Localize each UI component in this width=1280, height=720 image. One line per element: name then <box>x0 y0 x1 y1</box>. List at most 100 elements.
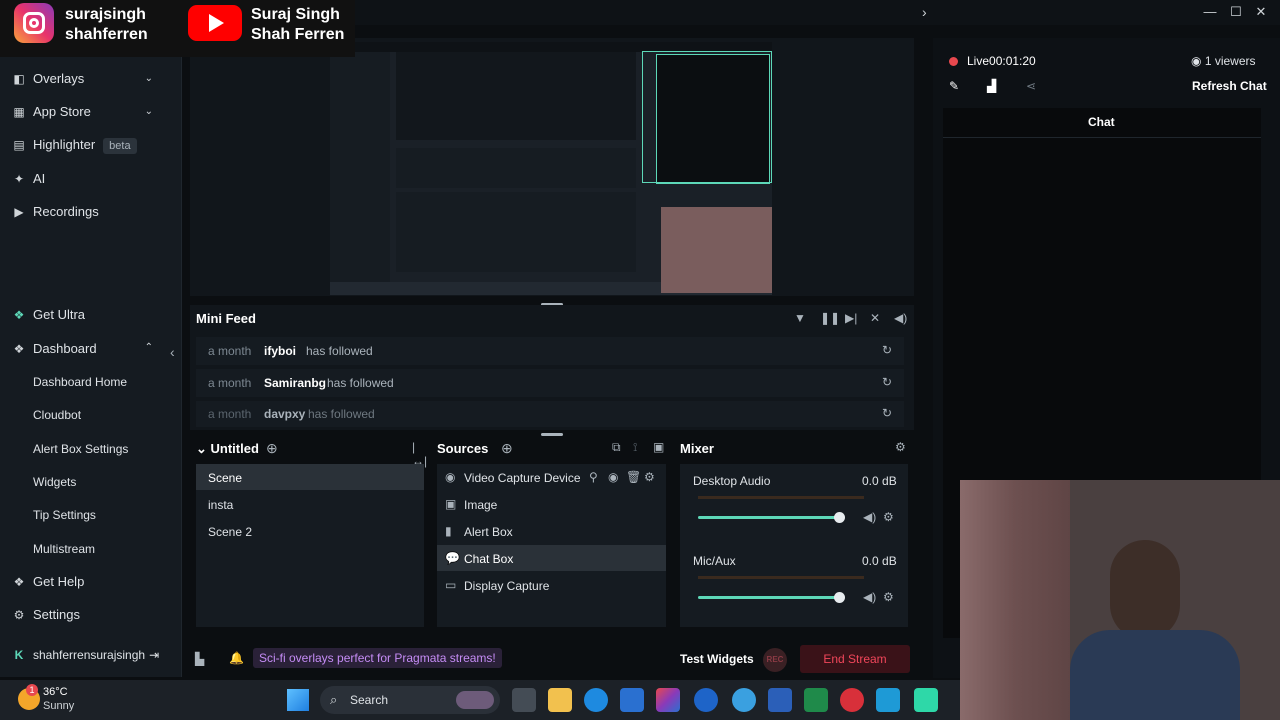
chevron-right-icon[interactable]: › <box>922 4 927 20</box>
sidebar-item-get-help[interactable]: ❖ Get Help <box>12 572 85 592</box>
chevron-up-icon[interactable]: ⌃ <box>145 342 153 353</box>
performance-icon[interactable]: ▙ <box>195 652 204 666</box>
gear-icon[interactable]: ⚙ <box>895 440 906 454</box>
minimize-button[interactable]: — <box>1200 3 1220 21</box>
overlays-icon: ◧ <box>13 72 25 86</box>
sidebar-item-cloudbot[interactable]: Cloudbot <box>33 408 81 422</box>
search-highlight-icon <box>456 691 494 709</box>
copilot-icon[interactable] <box>656 688 680 712</box>
sidebar-item-tip-settings[interactable]: Tip Settings <box>33 508 96 522</box>
sidebar-item-overlays[interactable]: ◧ Overlays <box>12 69 84 89</box>
youtube-icon <box>188 5 242 41</box>
taskbar-search[interactable]: ⌕ Search <box>320 686 500 714</box>
record-button[interactable]: REC <box>763 648 787 672</box>
scene-item-scene[interactable]: Scene <box>196 464 424 490</box>
source-item-display-capture[interactable]: ▭ Display Capture <box>437 572 666 598</box>
scene-item-insta[interactable]: insta <box>196 491 424 517</box>
pencil-edit-icon[interactable]: ✎ <box>949 79 959 93</box>
desktop-audio-slider[interactable] <box>698 516 840 519</box>
sidebar-item-app-store[interactable]: ▦ App Store <box>12 102 91 122</box>
end-stream-button[interactable]: End Stream <box>800 645 910 673</box>
sidebar-item-alert-box-settings[interactable]: Alert Box Settings <box>33 442 128 456</box>
notification-bell-icon[interactable]: 🔔 <box>229 651 244 665</box>
repeat-icon[interactable]: ↻ <box>882 406 892 420</box>
dock-icon[interactable]: ▟ <box>987 79 996 93</box>
alert-box-icon: ▮ <box>445 524 452 538</box>
user-profile[interactable]: Kshahferrensurajsingh ⇥ <box>12 645 159 665</box>
chrome-icon[interactable] <box>732 688 756 712</box>
gear-icon[interactable]: ⚙ <box>644 470 655 484</box>
promo-notification[interactable]: Sci-fi overlays perfect for Pragmata str… <box>253 648 502 668</box>
slider-handle[interactable] <box>834 512 845 523</box>
channel-name: Mic/Aux <box>693 554 736 568</box>
word-icon[interactable] <box>768 688 792 712</box>
skip-icon[interactable]: ▶| <box>845 311 857 325</box>
refresh-chat-button[interactable]: Refresh Chat <box>1192 79 1267 93</box>
gear-icon[interactable]: ⚙ <box>883 510 894 524</box>
resize-handle[interactable] <box>541 433 563 436</box>
source-item-image[interactable]: ▣ Image <box>437 491 666 517</box>
collapse-sidebar-icon[interactable]: ‹ <box>170 344 175 360</box>
help-icon: ❖ <box>13 575 25 589</box>
maximize-button[interactable]: ☐ <box>1226 3 1246 21</box>
volume-icon[interactable]: ◀) <box>863 510 876 524</box>
chevron-down-icon[interactable]: ⌄ <box>145 73 153 84</box>
logout-icon[interactable]: ⇥ <box>149 648 159 662</box>
lock-icon[interactable]: ⚲ <box>589 470 598 484</box>
stream-preview[interactable] <box>190 38 914 296</box>
file-explorer-icon[interactable] <box>548 688 572 712</box>
scene-item-scene-2[interactable]: Scene 2 <box>196 518 424 544</box>
sidebar-item-dashboard[interactable]: ❖ Dashboard <box>12 339 97 359</box>
app-icon[interactable] <box>876 688 900 712</box>
sidebar-item-get-ultra[interactable]: ❖ Get Ultra <box>12 305 85 325</box>
gear-icon[interactable]: ⚙ <box>883 590 894 604</box>
share-icon[interactable]: ⋖ <box>1026 79 1036 93</box>
test-widgets-button[interactable]: Test Widgets <box>680 652 754 666</box>
delete-icon[interactable]: 🗑 <box>626 470 641 484</box>
excel-icon[interactable] <box>804 688 828 712</box>
visibility-icon[interactable]: ◉ <box>608 470 618 484</box>
sidebar-item-multistream[interactable]: Multistream <box>33 542 95 556</box>
repeat-icon[interactable]: ↻ <box>882 343 892 357</box>
ai-sparkle-icon: ✦ <box>13 172 25 186</box>
weather-temp[interactable]: 36°C <box>43 686 68 698</box>
add-folder-icon[interactable]: ▣ <box>653 440 664 454</box>
scene-collection-dropdown[interactable]: ⌄ Untitled <box>196 441 259 456</box>
slider-handle[interactable] <box>834 592 845 603</box>
source-settings-icon[interactable]: ⧉ <box>612 440 621 455</box>
hp-icon[interactable] <box>694 688 718 712</box>
close-button[interactable]: ✕ <box>1251 3 1271 21</box>
sidebar-item-highlighter[interactable]: ▤ Highlighter beta <box>12 135 137 155</box>
pause-icon[interactable]: ❚❚ <box>820 311 840 325</box>
sidebar-item-settings[interactable]: ⚙ Settings <box>12 605 80 625</box>
task-view-icon[interactable] <box>512 688 536 712</box>
chevron-down-icon[interactable]: ⌄ <box>145 106 153 117</box>
pdf-reader-icon[interactable] <box>840 688 864 712</box>
volume-icon[interactable]: ◀) <box>863 590 876 604</box>
sidebar-item-dashboard-home[interactable]: Dashboard Home <box>33 375 127 389</box>
channel-db: 0.0 dB <box>862 554 897 568</box>
add-scene-icon[interactable]: ⊕ <box>266 440 278 457</box>
sidebar-item-ai[interactable]: ✦ AI <box>12 169 45 189</box>
source-item-alert-box[interactable]: ▮ Alert Box <box>437 518 666 544</box>
source-item-video-capture[interactable]: ◉ Video Capture Device ⚲ ◉ 🗑 ⚙ <box>437 464 666 490</box>
volume-icon[interactable]: ◀) <box>894 311 907 325</box>
sidebar-item-recordings[interactable]: ▶ Recordings <box>12 202 98 222</box>
edge-browser-icon[interactable] <box>584 688 608 712</box>
mic-aux-slider[interactable] <box>698 596 840 599</box>
windows-start-icon[interactable] <box>287 689 309 711</box>
sidebar-item-widgets[interactable]: Widgets <box>33 475 76 489</box>
filter-icon[interactable]: ▼ <box>794 311 806 325</box>
mute-alerts-icon[interactable]: ✕ <box>870 311 880 325</box>
ms-store-icon[interactable] <box>620 688 644 712</box>
selected-source-bounding-box[interactable] <box>642 51 772 183</box>
source-properties-icon[interactable]: ⟟ <box>633 440 637 455</box>
weather-condition[interactable]: Sunny <box>43 700 74 712</box>
mixer-panel: Desktop Audio 0.0 dB ◀) ⚙ Mic/Aux 0.0 dB… <box>680 464 908 627</box>
recordings-icon: ▶ <box>14 205 24 219</box>
repeat-icon[interactable]: ↻ <box>882 375 892 389</box>
source-item-chat-box[interactable]: 💬 Chat Box <box>437 545 666 571</box>
add-source-icon[interactable]: ⊕ <box>501 440 513 457</box>
scene-collection-header: ⌄ Untitled ⊕ |↔| <box>196 440 427 468</box>
streamlabs-taskbar-icon[interactable] <box>914 688 938 712</box>
